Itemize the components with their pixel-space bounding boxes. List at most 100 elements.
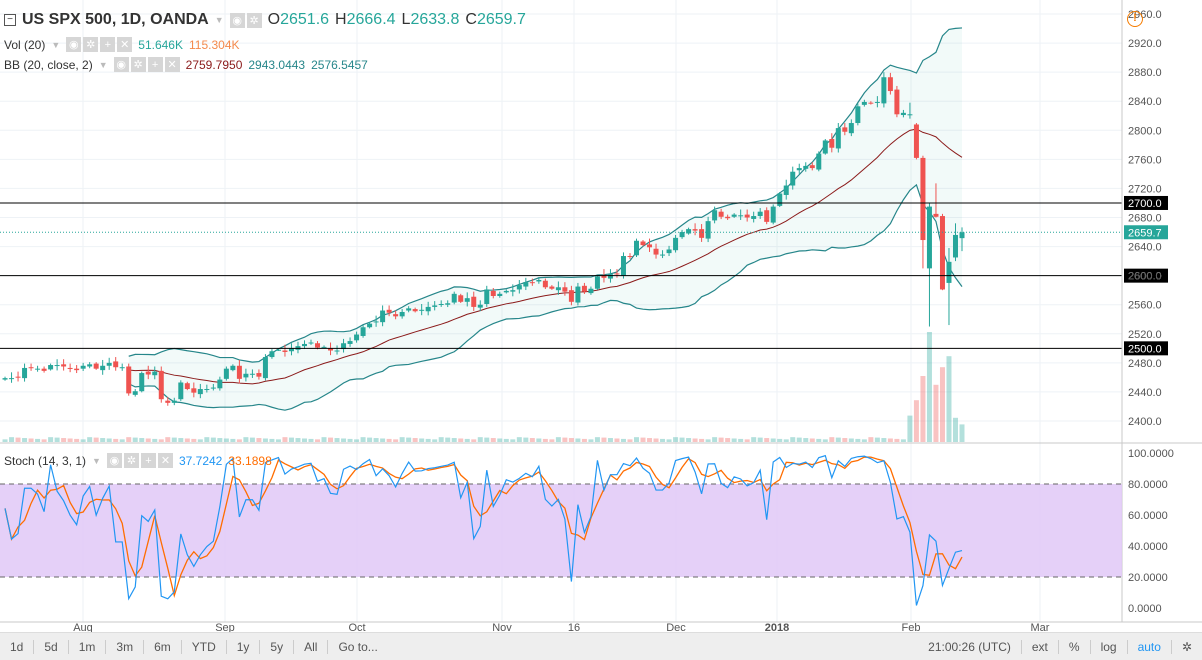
candle-body xyxy=(249,373,255,375)
candle-body xyxy=(952,234,958,258)
volume-bar xyxy=(757,437,763,442)
bb-indicator-name[interactable]: BB (20, close, 2) xyxy=(4,58,93,72)
candle-body xyxy=(959,232,965,239)
candle-body xyxy=(549,286,555,289)
date-tick-label: Dec xyxy=(666,622,686,632)
candle-body xyxy=(881,77,887,104)
volume-bar xyxy=(412,438,418,442)
volume-bar xyxy=(35,438,41,442)
eye-icon[interactable]: ◉ xyxy=(113,57,129,72)
range-3m[interactable]: 3m xyxy=(106,639,145,654)
volume-bar xyxy=(93,437,99,442)
price-chart[interactable]: 2700.02600.02500.02960.02920.02880.02840… xyxy=(0,0,1202,632)
candle-body xyxy=(640,241,646,246)
gear-icon[interactable]: ✲ xyxy=(246,12,262,28)
candle-body xyxy=(926,206,932,269)
plus-icon[interactable]: + xyxy=(147,57,163,72)
volume-bar xyxy=(315,439,321,442)
volume-bar xyxy=(946,356,952,442)
candle-body xyxy=(946,261,952,283)
collapse-icon[interactable]: − xyxy=(4,14,16,26)
clock[interactable]: 21:00:26 (UTC) xyxy=(918,639,1022,654)
chevron-down-icon[interactable]: ▼ xyxy=(92,456,101,466)
volume-bar xyxy=(223,438,229,442)
symbol-title[interactable]: US SPX 500, 1D, OANDA xyxy=(22,11,209,29)
eye-icon[interactable]: ◉ xyxy=(106,453,122,468)
volume-bar xyxy=(80,439,86,442)
gear-icon[interactable]: ✲ xyxy=(123,453,139,468)
range-ytd[interactable]: YTD xyxy=(182,639,227,654)
candle-body xyxy=(451,293,457,303)
high-value: 2666.4 xyxy=(346,11,396,28)
volume-bar xyxy=(790,437,796,442)
gear-icon[interactable]: ✲ xyxy=(130,57,146,72)
candle-body xyxy=(712,210,718,221)
eye-icon[interactable]: ◉ xyxy=(229,12,245,28)
volume-bar xyxy=(282,437,288,442)
eye-icon[interactable]: ◉ xyxy=(66,37,82,52)
volume-bar xyxy=(731,438,737,442)
volume-bar xyxy=(197,439,203,442)
candle-body xyxy=(22,367,28,379)
plus-icon[interactable]: + xyxy=(100,37,116,52)
candle-body xyxy=(152,371,158,376)
close-icon[interactable]: ✕ xyxy=(164,57,180,72)
candle-body xyxy=(48,365,54,370)
candle-body xyxy=(913,124,919,158)
percent-toggle[interactable]: % xyxy=(1059,639,1091,654)
stoch-tick-label: 100.0000 xyxy=(1128,448,1174,460)
volume-bar xyxy=(868,437,874,442)
volume-bar xyxy=(607,438,613,442)
volume-bar xyxy=(139,438,145,442)
candle-body xyxy=(588,288,594,294)
volume-bar xyxy=(614,438,620,442)
candle-body xyxy=(87,364,93,367)
price-tick-label: 2440.0 xyxy=(1128,387,1162,399)
volume-bar xyxy=(744,439,750,442)
volume-bar xyxy=(751,437,757,442)
auto-toggle[interactable]: auto xyxy=(1128,639,1172,654)
candle-body xyxy=(809,165,815,169)
range-5d[interactable]: 5d xyxy=(34,639,69,654)
candle-body xyxy=(269,351,275,358)
range-1d[interactable]: 1d xyxy=(0,639,35,654)
range-1m[interactable]: 1m xyxy=(69,639,107,654)
volume-bar xyxy=(568,438,574,442)
stoch-indicator-name[interactable]: Stoch (14, 3, 1) xyxy=(4,454,86,468)
ext-toggle[interactable]: ext xyxy=(1022,639,1059,654)
chevron-down-icon[interactable]: ▼ xyxy=(99,60,108,70)
candle-body xyxy=(223,368,229,379)
range-6m[interactable]: 6m xyxy=(144,639,182,654)
candle-body xyxy=(256,373,262,377)
price-tick-label: 2600.0 xyxy=(1128,271,1162,283)
candle-body xyxy=(673,237,679,251)
gear-icon[interactable]: ✲ xyxy=(83,37,99,52)
volume-bar xyxy=(653,438,659,442)
volume-indicator-name[interactable]: Vol (20) xyxy=(4,38,45,52)
volume-bar xyxy=(529,438,535,442)
chevron-down-icon[interactable]: ▼ xyxy=(215,15,224,25)
candle-body xyxy=(770,206,776,223)
volume-bar xyxy=(204,437,210,442)
alert-icon[interactable]: ! xyxy=(1127,11,1143,27)
candle-body xyxy=(67,367,73,369)
plus-icon[interactable]: + xyxy=(140,453,156,468)
range-1y[interactable]: 1y xyxy=(227,639,261,654)
close-icon[interactable]: ✕ xyxy=(117,37,133,52)
chevron-down-icon[interactable]: ▼ xyxy=(51,40,60,50)
volume-bar xyxy=(41,439,47,442)
high-label: H xyxy=(335,11,347,28)
stoch-legend: Stoch (14, 3, 1) ▼ ◉ ✲ + ✕ 37.7242 33.1898 xyxy=(4,453,272,468)
volume-bar xyxy=(380,438,386,442)
candle-body xyxy=(54,365,60,367)
range-all[interactable]: All xyxy=(294,639,329,654)
settings-gear-icon[interactable]: ✲ xyxy=(1172,640,1202,654)
stoch-tick-label: 0.0000 xyxy=(1128,603,1162,615)
candle-body xyxy=(529,282,535,284)
volume-bar xyxy=(816,438,822,442)
close-icon[interactable]: ✕ xyxy=(157,453,173,468)
log-toggle[interactable]: log xyxy=(1091,639,1128,654)
candle-body xyxy=(731,214,737,217)
range-5y[interactable]: 5y xyxy=(260,639,295,654)
goto-button[interactable]: Go to... xyxy=(328,640,387,654)
